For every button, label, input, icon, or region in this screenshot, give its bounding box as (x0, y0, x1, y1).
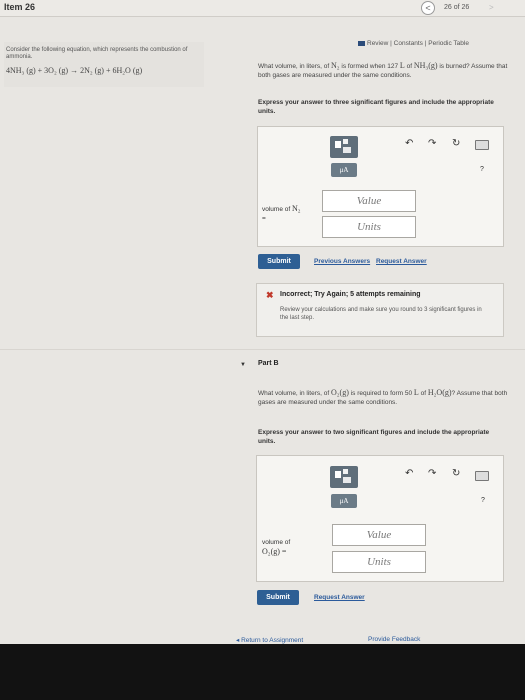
help-icon[interactable]: ? (480, 166, 484, 173)
help-icon[interactable]: ? (481, 497, 485, 504)
part-b-units-input[interactable]: Units (332, 551, 426, 573)
feedback-body: Review your calculations and make sure y… (280, 307, 482, 321)
keyboard-icon[interactable] (475, 140, 489, 150)
chemical-equation: 4NH₃ (g) + 3O₂ (g) → 2N₂ (g) + 6H₂O (g) (6, 66, 143, 75)
question-text: What volume, in liters, of (258, 63, 331, 70)
constants-link[interactable]: Constants (394, 40, 423, 47)
provide-feedback-link[interactable]: Provide Feedback (368, 636, 420, 643)
question-text: of (418, 390, 428, 397)
question-text: is required to form 50 (348, 390, 414, 397)
part-b-submit-button[interactable]: Submit (257, 590, 299, 605)
screen-bezel (0, 644, 525, 700)
periodic-table-link[interactable]: Periodic Table (428, 40, 469, 47)
question-species: N₂ (330, 61, 340, 70)
part-b-title[interactable]: Part B (258, 360, 279, 367)
previous-answers-link[interactable]: Previous Answers (314, 258, 370, 265)
template-icon[interactable] (330, 136, 358, 158)
units-symbol-button[interactable]: μA (331, 163, 357, 177)
question-text: is formed when 127 (339, 63, 400, 70)
question-species: O₂(g) (330, 388, 349, 397)
field-label-text: volume of (262, 539, 291, 546)
header-divider (0, 16, 525, 17)
part-a-submit-button[interactable]: Submit (258, 254, 300, 269)
part-a-units-input[interactable]: Units (322, 216, 416, 238)
part-a-field-label: volume of N₂ = (262, 204, 301, 223)
question-text: What volume, in liters, of (258, 390, 331, 397)
pager-text: 26 of 26 (444, 4, 470, 11)
part-a-instructions: Express your answer to three significant… (258, 99, 494, 115)
undo-icon[interactable]: ↶ (405, 138, 413, 149)
collapse-caret-icon[interactable]: ▼ (240, 362, 246, 368)
redo-icon[interactable]: ↷ (428, 468, 436, 479)
part-a-request-answer-link[interactable]: Request Answer (376, 258, 427, 265)
part-a-question: What volume, in liters, of N₂ is formed … (258, 61, 508, 80)
part-b-field-label: volume of O₂(g) = (262, 538, 290, 557)
part-a-value-input[interactable]: Value (322, 190, 416, 212)
field-label-species: O₂(g) = (262, 547, 287, 556)
undo-icon[interactable]: ↶ (405, 468, 413, 479)
part-b-request-answer-link[interactable]: Request Answer (314, 594, 365, 601)
return-to-assignment-link[interactable]: ◂ Return to Assignment (236, 636, 303, 644)
field-label-species: N₂ (292, 204, 301, 213)
incorrect-icon: ✖ (266, 290, 274, 300)
feedback-title: Incorrect; Try Again; 5 attempts remaini… (280, 291, 421, 298)
question-product: H₂O(g) (427, 388, 452, 397)
reset-icon[interactable]: ↻ (452, 138, 460, 149)
units-symbol-button[interactable]: μA (331, 494, 357, 508)
keyboard-icon[interactable] (475, 471, 489, 481)
redo-icon[interactable]: ↷ (428, 138, 436, 149)
reset-icon[interactable]: ↻ (452, 468, 460, 479)
link-separator: | (424, 40, 427, 47)
item-title: Item 26 (4, 2, 36, 12)
pager-next-button[interactable]: > (489, 3, 494, 12)
link-separator: | (390, 40, 392, 47)
book-icon (358, 40, 365, 46)
review-links: Review | Constants | Periodic Table (358, 40, 469, 47)
part-b-instructions: Express your answer to two significant f… (258, 429, 490, 445)
part-b-question: What volume, in liters, of O₂(g) is requ… (258, 388, 508, 407)
review-link[interactable]: Review (367, 40, 388, 47)
template-icon[interactable] (330, 466, 358, 488)
section-divider (0, 349, 525, 350)
question-text: of (404, 63, 414, 70)
field-label-text: volume of (262, 206, 292, 213)
problem-intro: Consider the following equation, which r… (6, 47, 188, 60)
question-reactant: NH₃(g) (413, 61, 438, 70)
part-b-value-input[interactable]: Value (332, 524, 426, 546)
field-label-equals: = (262, 215, 266, 222)
pager-prev-button[interactable]: < (421, 1, 435, 15)
